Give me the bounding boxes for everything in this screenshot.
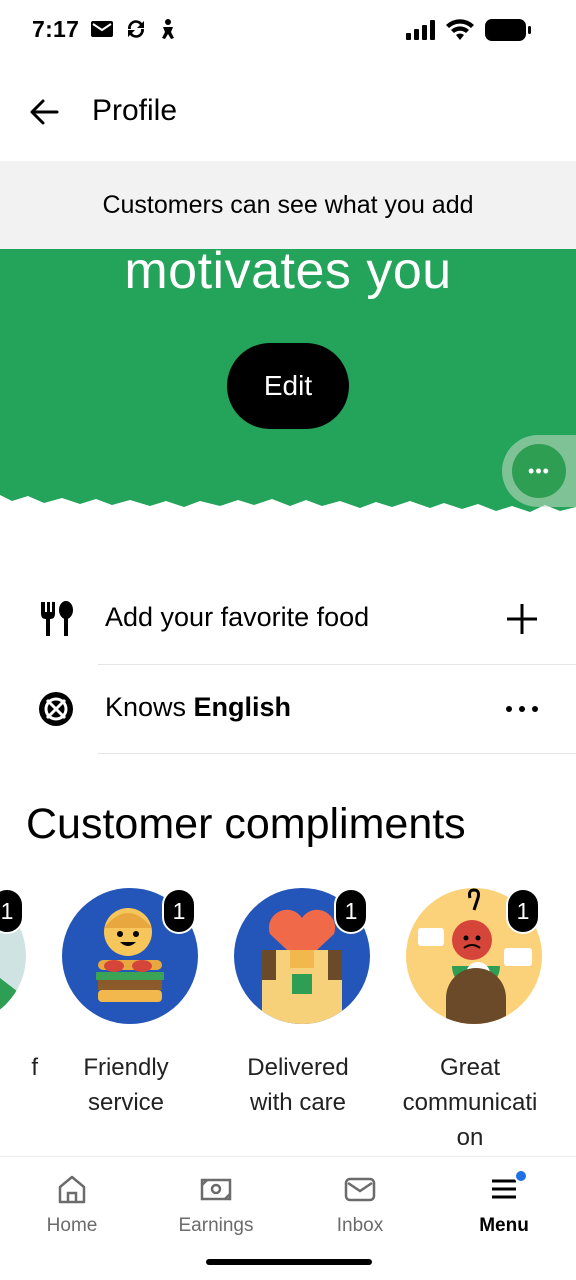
row-label: Knows English: [105, 692, 292, 722]
signal-icon: [406, 20, 436, 45]
visibility-notice: Customers can see what you add: [0, 161, 576, 249]
compliment-count: 1: [334, 888, 368, 934]
compliment-label: Delivered with care: [247, 1054, 349, 1116]
mail-icon: [90, 19, 114, 44]
compliment-badge[interactable]: 1 Friendly service: [40, 880, 212, 1155]
battery-icon: [484, 18, 532, 47]
wifi-icon: [446, 19, 474, 46]
compliment-badge[interactable]: 1 f: [0, 880, 40, 1155]
more-horizontal-icon[interactable]: [500, 687, 544, 731]
status-bar: 7:17: [0, 0, 576, 64]
fork-spoon-icon: [36, 599, 76, 639]
compliment-label: f: [31, 1054, 38, 1081]
nav-label: Home: [46, 1215, 98, 1236]
divider: [98, 753, 576, 754]
inbox-icon: [300, 1169, 420, 1209]
floating-more-button[interactable]: •••: [512, 444, 566, 498]
compliment-count: 1: [506, 888, 540, 934]
compliment-label: Friendly service: [83, 1054, 169, 1116]
language-row[interactable]: Knows English: [0, 665, 576, 755]
profile-hero: motivates you Edit •••: [0, 249, 576, 519]
row-label: Add your favorite food: [105, 602, 370, 632]
nav-label: Earnings: [178, 1215, 254, 1236]
language-icon: [36, 689, 76, 729]
compliments-carousel[interactable]: 1 f 1 Friendly service 1 Delivered with …: [0, 880, 576, 1155]
more-dots-icon: •••: [528, 460, 550, 481]
favorite-food-row[interactable]: Add your favorite food: [0, 575, 576, 665]
nav-label: Inbox: [336, 1215, 384, 1236]
nav-label: Menu: [479, 1215, 529, 1236]
back-button[interactable]: [22, 90, 66, 134]
language-value: English: [193, 692, 292, 722]
menu-icon: [444, 1169, 564, 1209]
compliments-title: Customer compliments: [26, 800, 466, 848]
nav-earnings[interactable]: Earnings: [156, 1169, 276, 1249]
home-indicator: [206, 1259, 372, 1265]
nav-home[interactable]: Home: [12, 1169, 132, 1249]
header: Profile: [0, 64, 576, 160]
accessibility-icon: [158, 18, 178, 45]
nav-menu[interactable]: Menu: [444, 1169, 564, 1249]
compliment-badge[interactable]: 1 Great communicati on: [384, 880, 556, 1155]
home-icon: [12, 1169, 132, 1209]
arrow-left-icon: [30, 99, 59, 125]
notification-dot: [514, 1169, 528, 1183]
compliment-label: Great communicati on: [402, 1054, 538, 1151]
edit-button[interactable]: Edit: [227, 343, 349, 429]
compliment-count: 1: [0, 888, 24, 934]
compliment-count: 1: [162, 888, 196, 934]
earnings-icon: [156, 1169, 276, 1209]
status-time: 7:17: [32, 16, 80, 42]
nav-inbox[interactable]: Inbox: [300, 1169, 420, 1249]
page-title: Profile: [92, 94, 178, 127]
hero-motivation-text: motivates you: [124, 249, 452, 300]
plus-icon[interactable]: [500, 597, 544, 641]
sync-icon: [124, 18, 148, 45]
compliment-badge[interactable]: 1 Delivered with care: [212, 880, 384, 1155]
